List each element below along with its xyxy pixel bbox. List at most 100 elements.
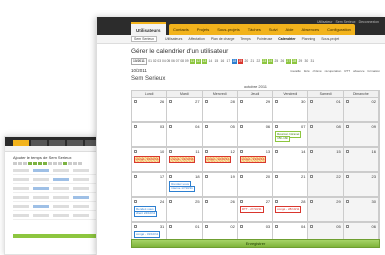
nav-tab-0[interactable]: Contacts [169,24,193,35]
date-day[interactable]: 29 [298,59,303,64]
calendar-day[interactable]: 17 [132,172,168,196]
user-menu-item[interactable]: Deconnexion [359,20,379,24]
calendar-day[interactable]: 30 [273,97,309,121]
day-checkbox[interactable] [239,100,243,103]
day-checkbox[interactable] [345,100,349,103]
day-checkbox[interactable] [134,200,137,203]
calendar-event[interactable]: congé - 10/10/11 [134,156,161,163]
calendar-day[interactable]: 09 [343,122,379,146]
calendar-day[interactable]: 29 [237,97,274,121]
day-checkbox[interactable] [169,100,173,103]
date-day[interactable]: 21 [250,59,255,64]
calendar-day[interactable]: 26 [202,197,238,221]
day-checkbox[interactable] [134,175,137,178]
day-checkbox[interactable] [134,125,137,128]
date-day[interactable]: 27 [286,59,291,64]
day-checkbox[interactable] [345,200,349,203]
day-checkbox[interactable] [169,175,173,178]
calendar-day[interactable]: 25 [167,197,203,221]
calendar-day[interactable]: 24 Rendez-vous client 24/10/11 [132,197,168,221]
day-checkbox[interactable] [345,125,349,128]
day-checkbox[interactable] [310,225,314,228]
nav-tab-6[interactable]: Absences [298,24,324,35]
date-day[interactable]: 25 [274,59,279,64]
subnav-item-1[interactable]: Affectation [188,37,204,41]
calendar-event[interactable]: 15h-16h [275,135,291,142]
date-day[interactable]: 31 [310,59,315,64]
subnav-item-7[interactable]: Sous-projet [321,37,339,41]
calendar-event[interactable]: congé - 13/10/11 [239,156,267,163]
date-day[interactable]: 30 [304,59,309,64]
day-checkbox[interactable] [204,225,208,228]
subnav-item-5[interactable]: Calendrier [278,37,295,41]
save-button[interactable]: Enregistrer [131,239,380,248]
date-day[interactable]: 23 [262,59,267,64]
day-checkbox[interactable] [275,225,279,228]
calendar-day[interactable]: 26 [132,97,168,121]
day-checkbox[interactable] [134,150,137,153]
calendar-event[interactable]: congé - 12/10/11 [204,156,231,163]
day-checkbox[interactable] [134,225,137,228]
tab-utilisateurs[interactable]: Utilisateurs [131,22,166,35]
day-checkbox[interactable] [275,200,279,203]
calendar-day[interactable]: 07 Réunion Intranet 15h-16h [273,122,309,146]
calendar-day[interactable]: 28 congé - 28/10/11 [273,197,309,221]
calendar-day[interactable]: 05 [202,122,238,146]
user-menu-item[interactable]: Sem Serieux [336,20,356,24]
date-day[interactable]: 16 [220,59,225,64]
subnav-item-2[interactable]: Plan de charge [211,37,235,41]
calendar-day[interactable]: 29 [308,197,344,221]
calendar-event[interactable]: congé - 28/10/11 [275,206,302,213]
calendar-day[interactable]: 01 [308,97,344,121]
date-day[interactable]: 13 [202,59,207,64]
day-checkbox[interactable] [310,200,314,203]
day-checkbox[interactable] [169,200,173,203]
day-checkbox[interactable] [345,175,349,178]
nav-tab-5[interactable]: Aide [282,24,298,35]
day-checkbox[interactable] [275,175,279,178]
subnav-item-4[interactable]: Pointeuse [257,37,273,41]
date-day[interactable]: 20 [244,59,249,64]
calendar-event[interactable]: client 24/10/11 [134,210,158,217]
previous-months[interactable]: 01 02 03 04 05 06 07 08 09 [148,59,188,64]
date-day[interactable]: 12 [196,59,201,64]
day-checkbox[interactable] [169,225,173,228]
day-checkbox[interactable] [204,150,208,153]
date-day[interactable]: 17 [226,59,231,64]
calendar-day[interactable]: 14 [273,147,309,171]
calendar-day[interactable]: 23 [343,172,379,196]
nav-tab-1[interactable]: Projets [193,24,213,35]
day-checkbox[interactable] [134,100,137,103]
nav-tab-4[interactable]: Suivi [265,24,282,35]
date-day[interactable]: 18 [232,59,237,64]
calendar-event[interactable]: congé - 31/10/11 [134,231,161,238]
day-checkbox[interactable] [275,150,279,153]
calendar-day[interactable]: 02 [343,97,379,121]
date-day[interactable]: 14 [208,59,213,64]
day-checkbox[interactable] [310,175,314,178]
calendar-day[interactable]: 28 [202,97,238,121]
day-checkbox[interactable] [169,125,173,128]
calendar-day[interactable]: 03 [132,122,168,146]
day-checkbox[interactable] [239,200,243,203]
day-checkbox[interactable] [204,200,208,203]
calendar-day[interactable]: 12 congé - 12/10/11 [202,147,238,171]
calendar-day[interactable]: 18 Rendez-vous interne 17/10/11 [167,172,203,196]
calendar-day[interactable]: 10 congé - 10/10/11 [132,147,168,171]
subnav-item-3[interactable]: Temps [240,37,250,41]
day-checkbox[interactable] [275,125,279,128]
date-day[interactable]: 24 [268,59,273,64]
calendar-day[interactable]: 13 congé - 13/10/11 [237,147,274,171]
day-checkbox[interactable] [239,125,243,128]
day-checkbox[interactable] [275,100,279,103]
day-checkbox[interactable] [310,125,314,128]
day-checkbox[interactable] [310,100,314,103]
date-day[interactable]: 26 [280,59,285,64]
nav-tab-7[interactable]: Configuration [323,24,355,35]
subnav-item-6[interactable]: Planning [302,37,316,41]
date-day[interactable]: 19 [238,59,243,64]
calendar-day[interactable]: 22 [308,172,344,196]
calendar-event[interactable]: RTT - 27/10/11 [239,206,264,213]
calendar-day[interactable]: 19 [202,172,238,196]
calendar-event[interactable]: interne 17/10/11 [169,185,195,192]
